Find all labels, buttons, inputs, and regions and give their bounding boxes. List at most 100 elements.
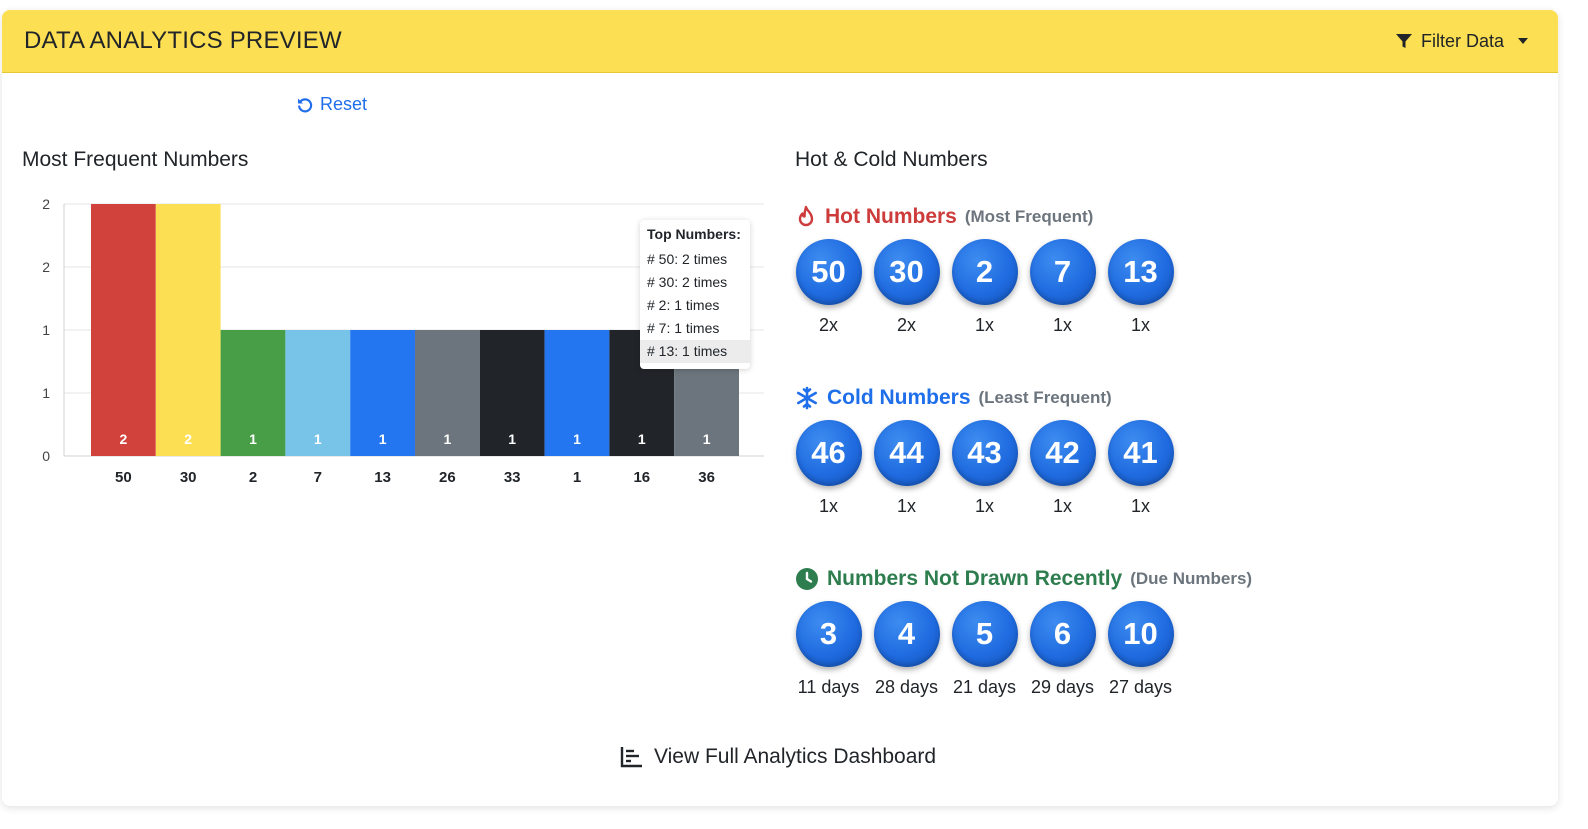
chart-bar [155,204,221,456]
y-tick-label: 2 [42,259,50,275]
number-ball-item: 42 1x [1029,420,1096,517]
page-title: DATA ANALYTICS PREVIEW [24,27,342,54]
bar-value-label: 1 [508,431,516,447]
ball-caption: 1x [1130,315,1150,335]
ball-caption: 1x [818,496,838,516]
bar-value-label: 1 [444,431,452,447]
number-ball: 6 [1029,601,1096,667]
number-ball-item: 30 2x [873,239,940,336]
bar-value-label: 2 [184,431,192,447]
number-ball: 43 [951,420,1018,486]
x-tick-label: 26 [439,469,456,486]
number-ball-item: 44 1x [873,420,940,517]
number-ball-item: 41 1x [1107,420,1174,517]
hot-numbers-group: Hot Numbers (Most Frequent) 50 2x 30 2x 2 1… [795,203,1174,336]
chart-bar [91,204,156,456]
x-tick-label: 13 [374,469,391,486]
card-header: DATA ANALYTICS PREVIEW Filter Data [2,10,1558,73]
number-ball-item: 46 1x [795,420,862,517]
ball-caption: 1x [1052,496,1072,516]
bar-value-label: 2 [120,431,128,447]
hot-numbers-subtitle: (Most Frequent) [964,207,1094,226]
clock-icon [796,568,818,590]
number-ball-item: 6 29 days [1029,601,1096,698]
bar-value-label: 1 [314,431,322,447]
x-tick-label: 2 [249,469,257,486]
cold-numbers-subtitle: (Least Frequent) [978,388,1112,407]
number-ball-item: 5 21 days [951,601,1018,698]
y-tick-label: 1 [42,322,50,338]
number-ball: 2 [951,239,1018,305]
chart-section-title: Most Frequent Numbers [22,148,249,171]
number-ball-item: 7 1x [1029,239,1096,336]
tooltip-row: # 13: 1 times [640,340,750,363]
bar-value-label: 1 [703,431,711,447]
view-full-dashboard-label: View Full Analytics Dashboard [654,745,937,768]
ball-caption: 2x [896,315,916,335]
cold-numbers-group: Cold Numbers (Least Frequent) 46 1x 44 1x … [795,384,1174,517]
x-tick-label: 1 [573,469,581,486]
number-ball: 3 [795,601,862,667]
ball-caption: 11 days [797,677,860,697]
number-ball-item: 4 28 days [873,601,940,698]
hot-cold-section-title: Hot & Cold Numbers [795,148,988,171]
tooltip-row: # 7: 1 times [647,320,720,336]
due-numbers-title: Numbers Not Drawn Recently [827,567,1123,590]
number-ball: 42 [1029,420,1096,486]
snowflake-icon [796,386,818,410]
number-ball: 7 [1029,239,1096,305]
y-tick-label: 1 [42,385,50,401]
ball-caption: 27 days [1108,677,1173,697]
ball-caption: 1x [1130,496,1150,516]
number-ball-item: 43 1x [951,420,1018,517]
number-ball-item: 2 1x [951,239,1018,336]
bar-value-label: 1 [249,431,257,447]
filter-icon [1395,34,1412,48]
ball-caption: 28 days [874,677,939,697]
ball-caption: 1x [974,496,994,516]
number-ball: 13 [1107,239,1174,305]
x-tick-label: 36 [698,469,715,486]
x-tick-label: 16 [633,469,650,486]
number-ball: 30 [873,239,940,305]
number-ball-item: 13 1x [1107,239,1174,336]
number-ball: 46 [795,420,862,486]
ball-caption: 1x [896,496,916,516]
number-ball-item: 10 27 days [1107,601,1174,698]
ball-caption: 29 days [1030,677,1095,697]
x-tick-label: 50 [115,469,132,486]
number-ball: 4 [873,601,940,667]
bar-value-label: 1 [379,431,387,447]
cold-numbers-title: Cold Numbers [827,386,971,409]
number-ball: 50 [795,239,862,305]
number-ball: 44 [873,420,940,486]
y-tick-label: 2 [42,196,50,212]
filter-data-label: Filter Data [1420,30,1504,51]
tooltip-row: # 30: 2 times [647,274,728,290]
reset-label: Reset [320,94,368,114]
number-ball-item: 3 11 days [795,601,862,698]
due-numbers-subtitle: (Due Numbers) [1130,569,1253,588]
due-numbers-group: Numbers Not Drawn Recently (Due Numbers)… [795,565,1252,698]
filter-data-button[interactable]: Filter Data [1395,31,1528,52]
undo-icon [298,97,313,112]
reset-button[interactable]: Reset [296,94,367,115]
number-ball-item: 50 2x [795,239,862,336]
view-full-dashboard-link[interactable]: View Full Analytics Dashboard [620,745,936,769]
bar-value-label: 1 [573,431,581,447]
number-ball: 10 [1107,601,1174,667]
ball-caption: 1x [1052,315,1072,335]
hot-numbers-title: Hot Numbers [825,205,957,228]
tooltip-title: Top Numbers: [647,226,741,242]
tooltip-row: # 50: 2 times [647,251,728,267]
bar-value-label: 1 [638,431,646,447]
x-tick-label: 33 [504,469,521,486]
caret-down-icon [1518,38,1528,44]
fire-icon [798,205,814,227]
number-ball: 5 [951,601,1018,667]
tooltip-row: # 2: 1 times [647,297,720,313]
x-tick-label: 30 [180,469,197,486]
number-ball: 41 [1107,420,1174,486]
ball-caption: 21 days [952,677,1017,697]
chart-tooltip: Top Numbers: # 50: 2 times # 30: 2 times… [640,220,750,369]
